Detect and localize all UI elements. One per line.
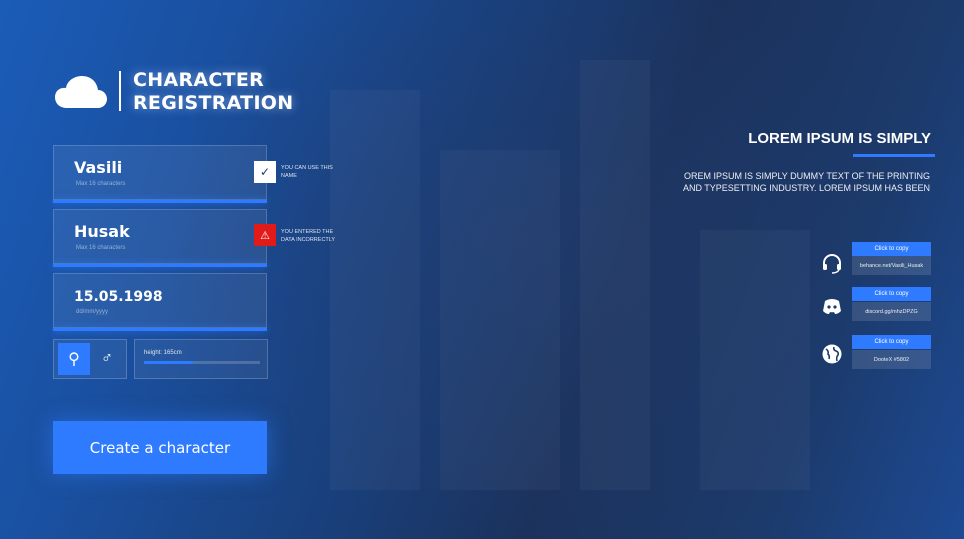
birthdate-hint: dd/mm/yyyy [76, 309, 109, 315]
first-name-status-text: YOU CAN USE THIS NAME [281, 165, 333, 179]
height-label: height: 165cm [144, 350, 182, 356]
copy-button-behance[interactable]: Click to copy [852, 242, 931, 256]
globe-icon [822, 344, 842, 364]
female-icon: ⚲ [68, 351, 80, 368]
birthdate-field[interactable]: 15.05.1998 dd/mm/yyyy [53, 273, 267, 331]
background-building [700, 230, 810, 490]
info-description: OREM IPSUM IS SIMPLY DUMMY TEXT OF THE P… [682, 171, 930, 193]
title-line-1: CHARACTER [133, 69, 265, 91]
title-line-2: REGISTRATION [133, 92, 294, 114]
last-name-field[interactable]: Husak Max 16 characters [53, 209, 267, 267]
check-icon: ✓ [254, 161, 276, 183]
last-name-status-text: YOU ENTERED THE DATA INCORRECTLY [281, 229, 336, 243]
contact-discord: discord.gg/mhzDPZG [852, 302, 931, 321]
height-slider[interactable] [144, 361, 260, 364]
background-building [330, 90, 420, 490]
info-title: LOREM IPSUM IS SIMPLY [748, 130, 931, 147]
birthdate-value: 15.05.1998 [74, 289, 163, 305]
info-title-underline [853, 154, 935, 157]
last-name-value: Husak [74, 222, 130, 241]
warning-icon: ⚠ [254, 224, 276, 246]
height-slider-fill [144, 361, 193, 364]
contact-behance: behance.net/Vasili_Husak [852, 256, 931, 275]
page-title: CHARACTER REGISTRATION [133, 69, 293, 115]
gender-selector: ⚲ ♂ [53, 339, 127, 379]
male-icon: ♂ [101, 350, 113, 367]
contact-server: DooteX #5802 [852, 350, 931, 369]
discord-icon [823, 299, 841, 314]
copy-button-discord[interactable]: Click to copy [852, 287, 931, 301]
title-divider [119, 71, 121, 111]
headset-icon [823, 254, 841, 274]
first-name-value: Vasili [74, 158, 123, 177]
height-control: height: 165cm [134, 339, 268, 379]
cloud-icon [55, 76, 107, 108]
male-button[interactable]: ♂ [91, 343, 123, 375]
first-name-field[interactable]: Vasili Max 16 characters [53, 145, 267, 203]
background-building [440, 150, 560, 490]
last-name-hint: Max 16 characters [76, 245, 126, 251]
background-building [580, 60, 650, 490]
first-name-hint: Max 16 characters [76, 181, 126, 187]
female-button[interactable]: ⚲ [58, 343, 90, 375]
copy-button-server[interactable]: Click to copy [852, 335, 931, 349]
create-character-button[interactable]: Create a character [53, 421, 267, 474]
